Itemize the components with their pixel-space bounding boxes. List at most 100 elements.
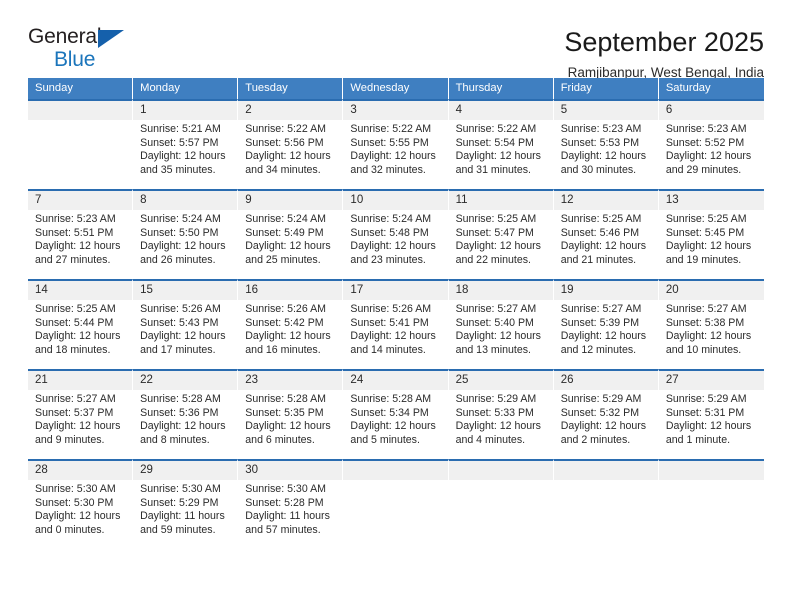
calendar-day-cell[interactable]: 27 Sunrise: 5:29 AM Sunset: 5:31 PM Dayligh…: [658, 369, 764, 459]
day-number: 20: [658, 281, 764, 300]
sunrise-text: Sunrise: 5:26 AM: [350, 303, 432, 315]
calendar-day-cell-empty: [658, 459, 764, 554]
calendar-day-cell[interactable]: 24 Sunrise: 5:28 AM Sunset: 5:34 PM Dayligh…: [343, 369, 449, 459]
calendar-day-cell[interactable]: 26 Sunrise: 5:29 AM Sunset: 5:32 PM Dayligh…: [553, 369, 659, 459]
calendar-day-cell[interactable]: 6 Sunrise: 5:23 AM Sunset: 5:52 PM Daylight…: [658, 99, 764, 189]
sunset-text: Sunset: 5:32 PM: [560, 406, 640, 419]
calendar-day-cell[interactable]: 20 Sunrise: 5:27 AM Sunset: 5:38 PM Dayligh…: [658, 279, 764, 369]
daylight-text: Daylight: 12 hours and 16 minutes.: [245, 330, 331, 356]
daylight-text: Daylight: 12 hours and 0 minutes.: [35, 510, 121, 536]
day-number: 29: [133, 461, 238, 480]
sunset-text: Sunset: 5:29 PM: [140, 496, 219, 509]
calendar-day-cell[interactable]: 21 Sunrise: 5:27 AM Sunset: 5:37 PM Dayligh…: [28, 369, 134, 459]
calendar-day-cell[interactable]: 9 Sunrise: 5:24 AM Sunset: 5:49 PM Daylight…: [238, 189, 344, 279]
day-sun-info: Sunrise: 5:25 AM Sunset: 5:46 PM Daylight:…: [554, 210, 658, 267]
day-number: 4: [448, 101, 553, 120]
sunset-text: Sunset: 5:44 PM: [35, 316, 114, 329]
sunset-text: Sunset: 5:52 PM: [665, 136, 745, 149]
calendar-day-cell[interactable]: 7 Sunrise: 5:23 AM Sunset: 5:51 PM Daylight…: [28, 189, 134, 279]
calendar-day-cell[interactable]: 25 Sunrise: 5:29 AM Sunset: 5:33 PM Dayligh…: [448, 369, 554, 459]
daylight-text: Daylight: 12 hours and 9 minutes.: [35, 420, 121, 446]
calendar-day-cell[interactable]: 10 Sunrise: 5:24 AM Sunset: 5:48 PM Dayligh…: [343, 189, 449, 279]
weekday-header-wednesday: Wednesday: [343, 78, 449, 99]
general-blue-logo[interactable]: General Blue: [28, 26, 136, 72]
weekday-header-row: Sunday Monday Tuesday Wednesday Thursday…: [28, 78, 764, 99]
sunrise-text: Sunrise: 5:26 AM: [140, 303, 221, 315]
daylight-text: Daylight: 12 hours and 26 minutes.: [140, 240, 226, 266]
day-sun-info: Sunrise: 5:26 AM Sunset: 5:43 PM Daylight:…: [133, 300, 237, 357]
calendar-day-cell[interactable]: 29 Sunrise: 5:30 AM Sunset: 5:29 PM Dayligh…: [133, 459, 239, 554]
calendar-day-cell[interactable]: 30 Sunrise: 5:30 AM Sunset: 5:28 PM Dayligh…: [238, 459, 344, 554]
sunrise-text: Sunrise: 5:23 AM: [560, 123, 642, 135]
calendar-day-cell-empty: [343, 459, 449, 554]
calendar-day-cell[interactable]: 15 Sunrise: 5:26 AM Sunset: 5:43 PM Dayligh…: [133, 279, 239, 369]
day-sun-info: Sunrise: 5:23 AM Sunset: 5:53 PM Daylight:…: [554, 120, 658, 177]
day-number: 1: [133, 101, 238, 120]
logo-triangle-icon: [98, 30, 124, 48]
sunset-text: Sunset: 5:33 PM: [455, 406, 534, 419]
day-sun-info: Sunrise: 5:25 AM Sunset: 5:45 PM Daylight:…: [659, 210, 764, 267]
day-number: [553, 461, 658, 480]
calendar-day-cell[interactable]: 17 Sunrise: 5:26 AM Sunset: 5:41 PM Dayligh…: [343, 279, 449, 369]
day-sun-info: Sunrise: 5:30 AM Sunset: 5:30 PM Daylight:…: [28, 480, 132, 537]
calendar-day-cell[interactable]: 12 Sunrise: 5:25 AM Sunset: 5:46 PM Dayligh…: [553, 189, 659, 279]
weekday-header-tuesday: Tuesday: [238, 78, 344, 99]
day-number: 19: [553, 281, 658, 300]
day-sun-info: Sunrise: 5:22 AM Sunset: 5:56 PM Daylight:…: [238, 120, 342, 177]
daylight-text: Daylight: 12 hours and 35 minutes.: [140, 150, 226, 176]
daylight-text: Daylight: 12 hours and 8 minutes.: [140, 420, 226, 446]
weekday-header-thursday: Thursday: [448, 78, 554, 99]
daylight-text: Daylight: 12 hours and 5 minutes.: [350, 420, 436, 446]
calendar-day-cell[interactable]: 28 Sunrise: 5:30 AM Sunset: 5:30 PM Dayligh…: [28, 459, 134, 554]
day-sun-info: Sunrise: 5:24 AM Sunset: 5:50 PM Daylight:…: [133, 210, 237, 267]
day-number: 24: [343, 371, 448, 390]
calendar-day-cell[interactable]: 5 Sunrise: 5:23 AM Sunset: 5:53 PM Daylight…: [553, 99, 659, 189]
calendar-day-cell[interactable]: 22 Sunrise: 5:28 AM Sunset: 5:36 PM Dayligh…: [133, 369, 239, 459]
sunset-text: Sunset: 5:35 PM: [245, 406, 324, 419]
day-sun-info: Sunrise: 5:28 AM Sunset: 5:35 PM Daylight:…: [238, 390, 342, 447]
sunrise-text: Sunrise: 5:30 AM: [245, 483, 326, 495]
day-sun-info: Sunrise: 5:23 AM Sunset: 5:52 PM Daylight:…: [659, 120, 764, 177]
sunrise-text: Sunrise: 5:24 AM: [140, 213, 221, 225]
calendar-day-cell[interactable]: 16 Sunrise: 5:26 AM Sunset: 5:42 PM Dayligh…: [238, 279, 344, 369]
sunrise-text: Sunrise: 5:27 AM: [560, 303, 642, 315]
day-sun-info: Sunrise: 5:24 AM Sunset: 5:49 PM Daylight:…: [238, 210, 342, 267]
day-sun-info: Sunrise: 5:27 AM Sunset: 5:38 PM Daylight:…: [659, 300, 764, 357]
day-sun-info: Sunrise: 5:27 AM Sunset: 5:37 PM Daylight:…: [28, 390, 132, 447]
daylight-text: Daylight: 12 hours and 25 minutes.: [245, 240, 331, 266]
calendar-weeks: 1 Sunrise: 5:21 AM Sunset: 5:57 PM Daylight…: [28, 99, 764, 554]
calendar-day-cell[interactable]: 1 Sunrise: 5:21 AM Sunset: 5:57 PM Daylight…: [133, 99, 239, 189]
calendar-day-cell[interactable]: 2 Sunrise: 5:22 AM Sunset: 5:56 PM Daylight…: [238, 99, 344, 189]
day-number: 30: [238, 461, 343, 480]
sunrise-text: Sunrise: 5:24 AM: [245, 213, 326, 225]
sunrise-text: Sunrise: 5:28 AM: [140, 393, 221, 405]
daylight-text: Daylight: 12 hours and 23 minutes.: [350, 240, 436, 266]
sunset-text: Sunset: 5:54 PM: [455, 136, 534, 149]
calendar-day-cell[interactable]: 13 Sunrise: 5:25 AM Sunset: 5:45 PM Dayligh…: [658, 189, 764, 279]
sunset-text: Sunset: 5:28 PM: [245, 496, 324, 509]
calendar-day-cell[interactable]: 11 Sunrise: 5:25 AM Sunset: 5:47 PM Dayligh…: [448, 189, 554, 279]
day-number: 23: [238, 371, 343, 390]
calendar-day-cell[interactable]: 14 Sunrise: 5:25 AM Sunset: 5:44 PM Dayligh…: [28, 279, 134, 369]
day-sun-info: Sunrise: 5:30 AM Sunset: 5:28 PM Daylight:…: [238, 480, 342, 537]
daylight-text: Daylight: 12 hours and 32 minutes.: [350, 150, 436, 176]
calendar-day-cell[interactable]: 18 Sunrise: 5:27 AM Sunset: 5:40 PM Dayligh…: [448, 279, 554, 369]
calendar-day-cell[interactable]: 8 Sunrise: 5:24 AM Sunset: 5:50 PM Daylight…: [133, 189, 239, 279]
day-number: 7: [28, 191, 133, 210]
daylight-text: Daylight: 12 hours and 13 minutes.: [455, 330, 541, 356]
calendar-day-cell[interactable]: 4 Sunrise: 5:22 AM Sunset: 5:54 PM Daylight…: [448, 99, 554, 189]
calendar-day-cell[interactable]: 3 Sunrise: 5:22 AM Sunset: 5:55 PM Daylight…: [343, 99, 449, 189]
daylight-text: Daylight: 12 hours and 31 minutes.: [455, 150, 541, 176]
daylight-text: Daylight: 12 hours and 2 minutes.: [560, 420, 647, 446]
calendar-grid: Sunday Monday Tuesday Wednesday Thursday…: [28, 78, 764, 554]
sunset-text: Sunset: 5:39 PM: [560, 316, 640, 329]
sunrise-text: Sunrise: 5:27 AM: [665, 303, 747, 315]
sunset-text: Sunset: 5:45 PM: [665, 226, 745, 239]
calendar-day-cell[interactable]: 19 Sunrise: 5:27 AM Sunset: 5:39 PM Dayligh…: [553, 279, 659, 369]
page-title: September 2025: [564, 27, 764, 57]
day-sun-info: Sunrise: 5:29 AM Sunset: 5:32 PM Daylight:…: [554, 390, 658, 447]
daylight-text: Daylight: 12 hours and 27 minutes.: [35, 240, 121, 266]
calendar-day-cell[interactable]: 23 Sunrise: 5:28 AM Sunset: 5:35 PM Dayligh…: [238, 369, 344, 459]
daylight-text: Daylight: 12 hours and 10 minutes.: [665, 330, 752, 356]
day-number: 3: [343, 101, 448, 120]
